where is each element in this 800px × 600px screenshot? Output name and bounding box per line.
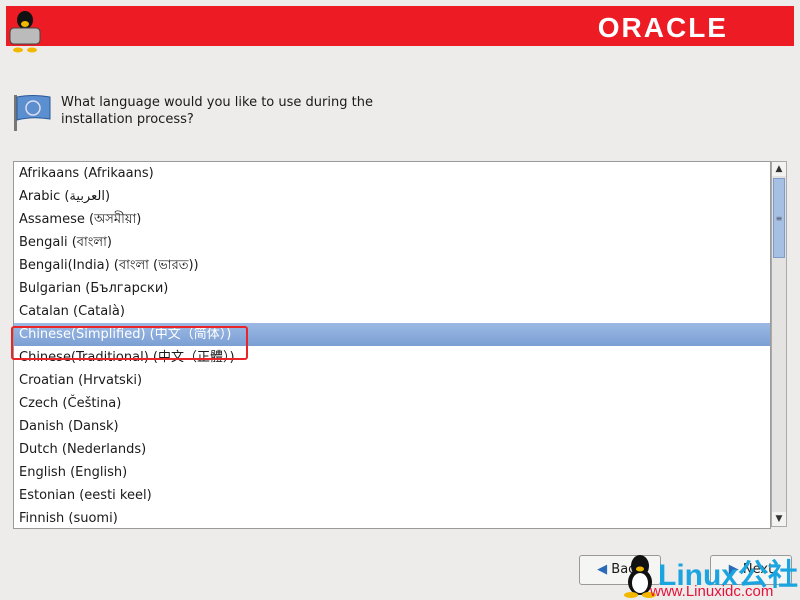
language-option[interactable]: Estonian (eesti keel): [14, 484, 770, 507]
back-button[interactable]: ◀ Back: [579, 555, 661, 585]
language-option[interactable]: Assamese (অসমীয়া): [14, 208, 770, 231]
selection-highlight-annotation: [11, 326, 248, 360]
scroll-up-arrow-icon[interactable]: ▲: [772, 162, 786, 176]
language-option[interactable]: Dutch (Nederlands): [14, 438, 770, 461]
language-option[interactable]: Danish (Dansk): [14, 415, 770, 438]
next-arrow-icon: ▶: [729, 562, 743, 577]
oracle-logo: ORACLE: [598, 12, 728, 44]
language-option[interactable]: Finnish (suomi): [14, 507, 770, 529]
back-arrow-icon: ◀: [597, 562, 611, 577]
language-option[interactable]: Czech (Čeština): [14, 392, 770, 415]
language-option[interactable]: Bulgarian (Български): [14, 277, 770, 300]
language-question: What language would you like to use duri…: [61, 94, 401, 128]
scroll-down-arrow-icon[interactable]: ▼: [772, 512, 786, 526]
language-option[interactable]: Croatian (Hrvatski): [14, 369, 770, 392]
header-banner: ORACLE: [6, 6, 794, 46]
language-option[interactable]: Arabic (العربية): [14, 185, 770, 208]
language-option[interactable]: English (English): [14, 461, 770, 484]
tux-penguin-icon: [6, 8, 44, 54]
language-option[interactable]: Afrikaans (Afrikaans): [14, 162, 770, 185]
next-button[interactable]: ▶ Next: [710, 555, 792, 585]
scrollbar-thumb[interactable]: ≡: [773, 178, 785, 258]
globe-flag-icon: [12, 93, 52, 133]
language-option[interactable]: Bengali(India) (বাংলা (ভারত)): [14, 254, 770, 277]
list-scrollbar[interactable]: ▲ ≡ ▼: [771, 161, 787, 527]
language-option[interactable]: Bengali (বাংলা): [14, 231, 770, 254]
language-option[interactable]: Catalan (Català): [14, 300, 770, 323]
